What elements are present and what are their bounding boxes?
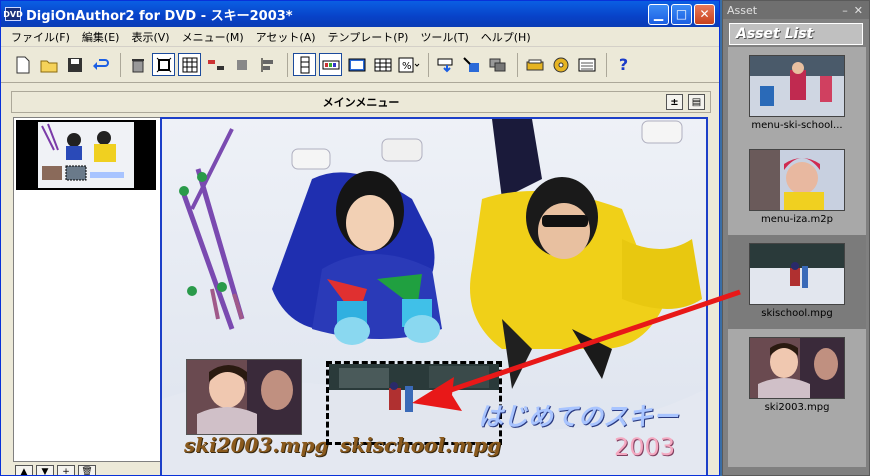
asset-window-label: Asset <box>727 3 758 17</box>
undo-icon[interactable] <box>89 53 112 76</box>
menu-asset[interactable]: アセット(A) <box>250 29 322 45</box>
disc-icon[interactable] <box>549 53 572 76</box>
add-page-button[interactable]: ± <box>666 94 683 110</box>
window-title: DigiOnAuthor2 for DVD - スキー2003* <box>26 8 293 24</box>
page-list <box>13 117 161 462</box>
close-icon[interactable]: ✕ <box>854 4 863 17</box>
asset-item-selected[interactable]: skischool.mpg <box>728 235 866 329</box>
minimize-icon: ▁ <box>653 7 664 21</box>
toolbar-separator <box>517 52 518 77</box>
minimize-button[interactable]: ▁ <box>648 3 669 25</box>
menu-file[interactable]: ファイル(F) <box>5 29 76 45</box>
settings-icon[interactable] <box>575 53 598 76</box>
main-window: DVD DigiOnAuthor2 for DVD - スキー2003* ▁ □… <box>0 0 720 476</box>
delete-button[interactable]: 🗑 <box>78 465 96 475</box>
toolbar-separator <box>606 52 607 77</box>
maximize-icon: □ <box>675 7 688 21</box>
import-icon[interactable] <box>460 53 483 76</box>
open-folder-icon[interactable] <box>37 53 60 76</box>
asset-item[interactable]: ski2003.mpg <box>728 329 866 423</box>
asset-thumbnail <box>749 149 845 211</box>
menu-year-text[interactable]: 2003 <box>614 433 675 461</box>
asset-name: ski2003.mpg <box>764 402 830 413</box>
menu-template[interactable]: テンプレート(P) <box>322 29 415 45</box>
maximize-button[interactable]: □ <box>671 3 692 25</box>
display-grid-icon[interactable] <box>371 53 394 76</box>
panel-horizontal-icon[interactable] <box>319 53 342 76</box>
panel-vertical-icon[interactable] <box>293 53 316 76</box>
menu-button-label: ski2003.mpg <box>184 433 329 457</box>
asset-thumbnail <box>749 243 845 305</box>
toolbar-separator <box>120 52 121 77</box>
new-document-icon[interactable] <box>11 53 34 76</box>
page-thumbnail[interactable] <box>16 120 156 190</box>
app-icon: DVD <box>3 7 23 21</box>
group-icon[interactable] <box>230 53 253 76</box>
menu-edit[interactable]: 編集(E) <box>76 29 126 45</box>
asset-list-header: Asset List <box>729 23 863 45</box>
menu-help[interactable]: ヘルプ(H) <box>475 29 537 45</box>
layers-icon[interactable] <box>486 53 509 76</box>
asset-name: menu-iza.m2p <box>761 214 833 225</box>
link-icon[interactable] <box>434 53 457 76</box>
menu-tools[interactable]: ツール(T) <box>414 29 474 45</box>
toolbar-separator <box>428 52 429 77</box>
close-button[interactable]: ✕ <box>694 3 715 25</box>
asset-list: menu-ski-school... menu-iza.m2p skischoo… <box>728 47 866 467</box>
menu-view[interactable]: 表示(V) <box>125 29 175 45</box>
toolbar-separator <box>287 52 288 77</box>
display-single-icon[interactable] <box>345 53 368 76</box>
asset-window: Asset – ✕ Asset List menu-ski-school... … <box>722 0 870 476</box>
page-controls: ▲ ▼ + 🗑 <box>15 465 99 475</box>
asset-item[interactable]: menu-iza.m2p <box>728 141 866 235</box>
title-bar[interactable]: DVD DigiOnAuthor2 for DVD - スキー2003* ▁ □… <box>1 1 719 27</box>
add-button[interactable]: + <box>57 465 75 475</box>
burn-icon[interactable] <box>523 53 546 76</box>
percent-icon[interactable]: % <box>397 53 420 76</box>
asset-thumbnail <box>749 337 845 399</box>
add-page-icon: ± <box>670 96 679 108</box>
delete-trash-icon[interactable] <box>126 53 149 76</box>
menu-button-thumbnail[interactable] <box>186 359 302 435</box>
fit-frame-icon[interactable] <box>152 53 175 76</box>
move-up-button[interactable]: ▲ <box>15 465 33 475</box>
close-icon: ✕ <box>699 7 710 21</box>
asset-window-titlebar[interactable]: Asset – ✕ <box>723 1 869 19</box>
help-icon[interactable]: ? <box>612 53 635 76</box>
menu-button-label: skischool.mpg <box>340 433 502 457</box>
grid-icon[interactable] <box>178 53 201 76</box>
asset-thumbnail <box>749 55 845 117</box>
svg-text:%: % <box>402 61 412 72</box>
save-disk-icon[interactable] <box>63 53 86 76</box>
page-list-button[interactable]: ▤ <box>688 94 705 110</box>
asset-name: menu-ski-school... <box>751 120 843 131</box>
move-down-button[interactable]: ▼ <box>36 465 54 475</box>
list-icon: ▤ <box>691 96 702 108</box>
menu-editor: メインメニュー ± ▤ ▲ ▼ + 🗑 ski2003.mpg skischoo… <box>5 85 715 475</box>
minimize-icon[interactable]: – <box>842 4 848 17</box>
asset-name: skischool.mpg <box>761 308 833 319</box>
editor-title: メインメニュー <box>322 96 400 109</box>
menu-canvas[interactable]: ski2003.mpg skischool.mpg はじめてのスキー 2003 <box>160 117 708 475</box>
menu-bar: ファイル(F) 編集(E) 表示(V) メニュー(M) アセット(A) テンプレ… <box>1 27 719 47</box>
menu-menu[interactable]: メニュー(M) <box>176 29 250 45</box>
toolbar: % ? <box>1 47 719 83</box>
editor-header: メインメニュー ± ▤ <box>11 91 711 113</box>
asset-item[interactable]: menu-ski-school... <box>728 47 866 141</box>
menu-title-text[interactable]: はじめてのスキー <box>478 397 678 433</box>
align-icon[interactable] <box>204 53 227 76</box>
align-left-icon[interactable] <box>256 53 279 76</box>
